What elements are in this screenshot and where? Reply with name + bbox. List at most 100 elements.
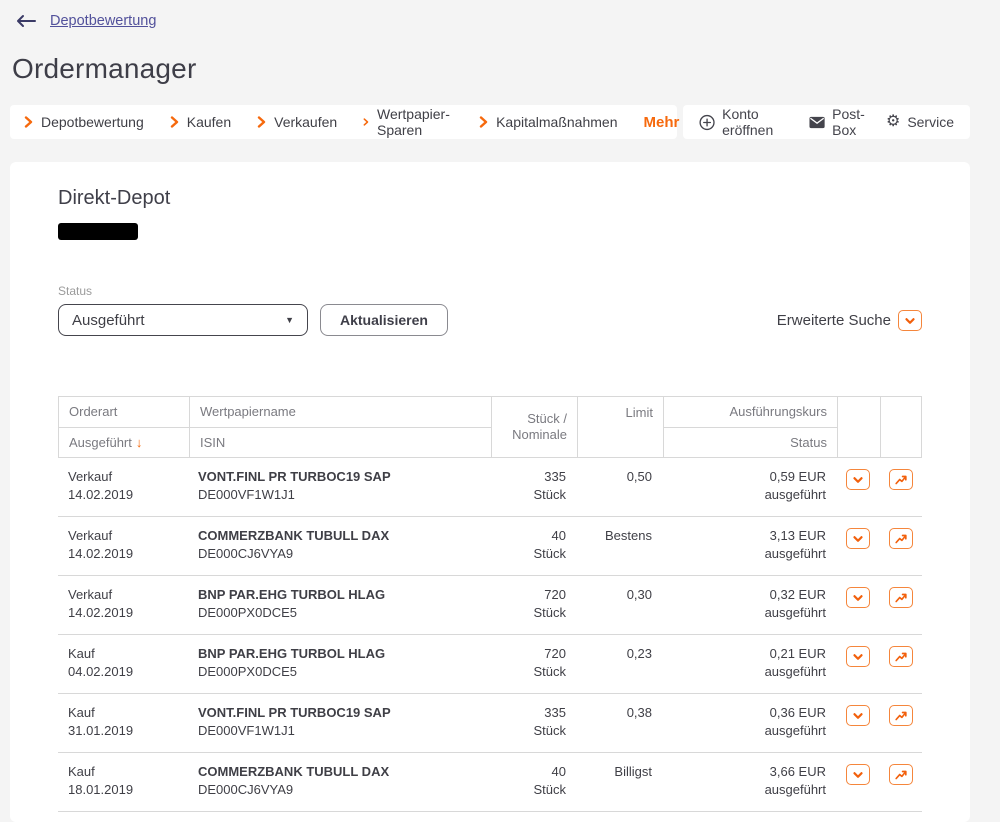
table-row: Kauf 04.02.2019 BNP PAR.EHG TURBOL HLAG … [58, 635, 922, 694]
header-status: Status [790, 434, 827, 450]
nav-item-depotbewertung[interactable]: Depotbewertung [24, 114, 144, 130]
order-type-date-cell: Verkauf 14.02.2019 [68, 587, 134, 620]
postbox-button[interactable]: Post-Box [809, 106, 886, 138]
expand-order-button[interactable] [845, 764, 870, 785]
back-arrow-icon[interactable] [15, 14, 37, 28]
quantity-cell: 720 Stück [533, 587, 566, 620]
header-wertpapiername: Wertpapiername [190, 397, 491, 428]
header-col-wertpapier: Wertpapiername ISIN [189, 397, 491, 457]
nav-item-verkaufen[interactable]: Verkaufen [257, 114, 337, 130]
order-type-date-cell: Kauf 31.01.2019 [68, 705, 134, 738]
expand-order-cell [836, 704, 879, 752]
chart-button[interactable] [888, 528, 913, 549]
advanced-search-toggle[interactable]: Erweiterte Suche [777, 310, 922, 331]
chart-button[interactable] [888, 469, 913, 490]
limit-cell: Billigst [614, 764, 652, 779]
trend-up-icon [894, 652, 907, 661]
chart-button[interactable] [888, 764, 913, 785]
expand-order-button[interactable] [845, 705, 870, 726]
security-cell: VONT.FINL PR TURBOC19 SAP DE000VF1W1J1 [198, 469, 391, 502]
caret-down-icon: ▼ [285, 315, 294, 325]
quantity-cell: 720 Stück [533, 646, 566, 679]
chevron-right-icon [479, 116, 488, 128]
service-button[interactable]: ⚙ Service [885, 113, 954, 131]
quantity-cell: 335 Stück [533, 705, 566, 738]
limit-cell: 0,50 [626, 469, 652, 484]
chevron-down-icon [852, 476, 863, 483]
nav-item-kapitalmassnahmen[interactable]: Kapitalmaßnahmen [479, 114, 617, 130]
expand-order-cell [836, 468, 879, 516]
expand-order-cell [836, 645, 879, 693]
security-cell: COMMERZBANK TUBULL DAX DE000CJ6VYA9 [198, 764, 390, 797]
chart-button[interactable] [888, 587, 913, 608]
back-navigation: Depotbewertung [10, 0, 970, 29]
navigation-row: Depotbewertung Kaufen Verkaufen Wertpapi… [10, 105, 970, 139]
chevron-down-icon [852, 594, 863, 601]
chart-cell [879, 704, 922, 752]
orders-table: Orderart Ausgeführt ↓ Wertpapiername ISI… [58, 396, 922, 812]
depot-card: Direkt-Depot Status Ausgeführt ▼ Aktuali… [10, 162, 970, 822]
order-type-date-cell: Verkauf 14.02.2019 [68, 469, 134, 502]
execution-cell: 0,59 EUR ausgeführt [764, 469, 826, 502]
security-cell: VONT.FINL PR TURBOC19 SAP DE000VF1W1J1 [198, 705, 391, 738]
execution-cell: 3,66 EUR ausgeführt [764, 764, 826, 797]
chart-cell [879, 586, 922, 634]
chart-button[interactable] [888, 646, 913, 667]
table-row: Kauf 31.01.2019 VONT.FINL PR TURBOC19 SA… [58, 694, 922, 753]
expand-order-cell [836, 763, 879, 811]
page-title: Ordermanager [12, 53, 197, 84]
expand-order-button[interactable] [845, 587, 870, 608]
circle-plus-icon [699, 114, 715, 130]
header-col-chart [880, 397, 923, 457]
refresh-button[interactable]: Aktualisieren [320, 304, 448, 336]
table-body: Verkauf 14.02.2019 VONT.FINL PR TURBOC19… [58, 458, 922, 812]
redacted-account-number [58, 223, 138, 240]
execution-cell: 0,21 EUR ausgeführt [764, 646, 826, 679]
limit-cell: 0,23 [626, 646, 652, 661]
chevron-down-icon [852, 653, 863, 660]
limit-cell: 0,38 [626, 705, 652, 720]
sort-descending-icon: ↓ [135, 434, 143, 450]
limit-cell: 0,30 [626, 587, 652, 602]
execution-cell: 0,36 EUR ausgeführt [764, 705, 826, 738]
execution-cell: 0,32 EUR ausgeführt [764, 587, 826, 620]
nav-item-wertpapier-sparen[interactable]: Wertpapier-Sparen [363, 106, 453, 138]
expand-order-cell [836, 527, 879, 575]
open-account-button[interactable]: Konto eröffnen [699, 106, 809, 138]
filter-controls: Status Ausgeführt ▼ Aktualisieren Erweit… [58, 284, 922, 336]
header-sort-ausgefuehrt[interactable]: Ausgeführt ↓ [59, 428, 189, 458]
nav-item-kaufen[interactable]: Kaufen [170, 114, 231, 130]
order-type-date-cell: Kauf 18.01.2019 [68, 764, 134, 797]
envelope-icon [809, 116, 825, 128]
order-type-date-cell: Verkauf 14.02.2019 [68, 528, 134, 561]
status-select[interactable]: Ausgeführt ▼ [58, 304, 308, 336]
expand-order-button[interactable] [845, 528, 870, 549]
table-row: Verkauf 14.02.2019 COMMERZBANK TUBULL DA… [58, 517, 922, 576]
header-ausfuehrungskurs: Ausführungskurs [664, 397, 837, 428]
expand-order-button[interactable] [845, 646, 870, 667]
header-col-orderart: Orderart Ausgeführt ↓ [59, 397, 189, 457]
quantity-cell: 40 Stück [533, 528, 566, 561]
security-cell: BNP PAR.EHG TURBOL HLAG DE000PX0DCE5 [198, 587, 386, 620]
header-col-expand [837, 397, 880, 457]
chevron-down-icon [898, 310, 922, 331]
security-cell: COMMERZBANK TUBULL DAX DE000CJ6VYA9 [198, 528, 390, 561]
quantity-cell: 335 Stück [533, 469, 566, 502]
chart-cell [879, 763, 922, 811]
chevron-down-icon [852, 712, 863, 719]
table-row: Verkauf 14.02.2019 VONT.FINL PR TURBOC19… [58, 458, 922, 517]
chevron-right-icon [170, 116, 178, 128]
expand-order-button[interactable] [845, 469, 870, 490]
chart-cell [879, 468, 922, 516]
chevron-right-icon [24, 116, 33, 128]
trend-up-icon [894, 593, 907, 602]
chart-cell [879, 527, 922, 575]
trend-up-icon [894, 534, 907, 543]
order-type-date-cell: Kauf 04.02.2019 [68, 646, 134, 679]
back-link[interactable]: Depotbewertung [50, 13, 156, 29]
chevron-down-icon [852, 535, 863, 542]
header-orderart: Orderart [59, 397, 189, 428]
chart-button[interactable] [888, 705, 913, 726]
table-row: Verkauf 14.02.2019 BNP PAR.EHG TURBOL HL… [58, 576, 922, 635]
gear-icon: ⚙ [885, 113, 901, 130]
